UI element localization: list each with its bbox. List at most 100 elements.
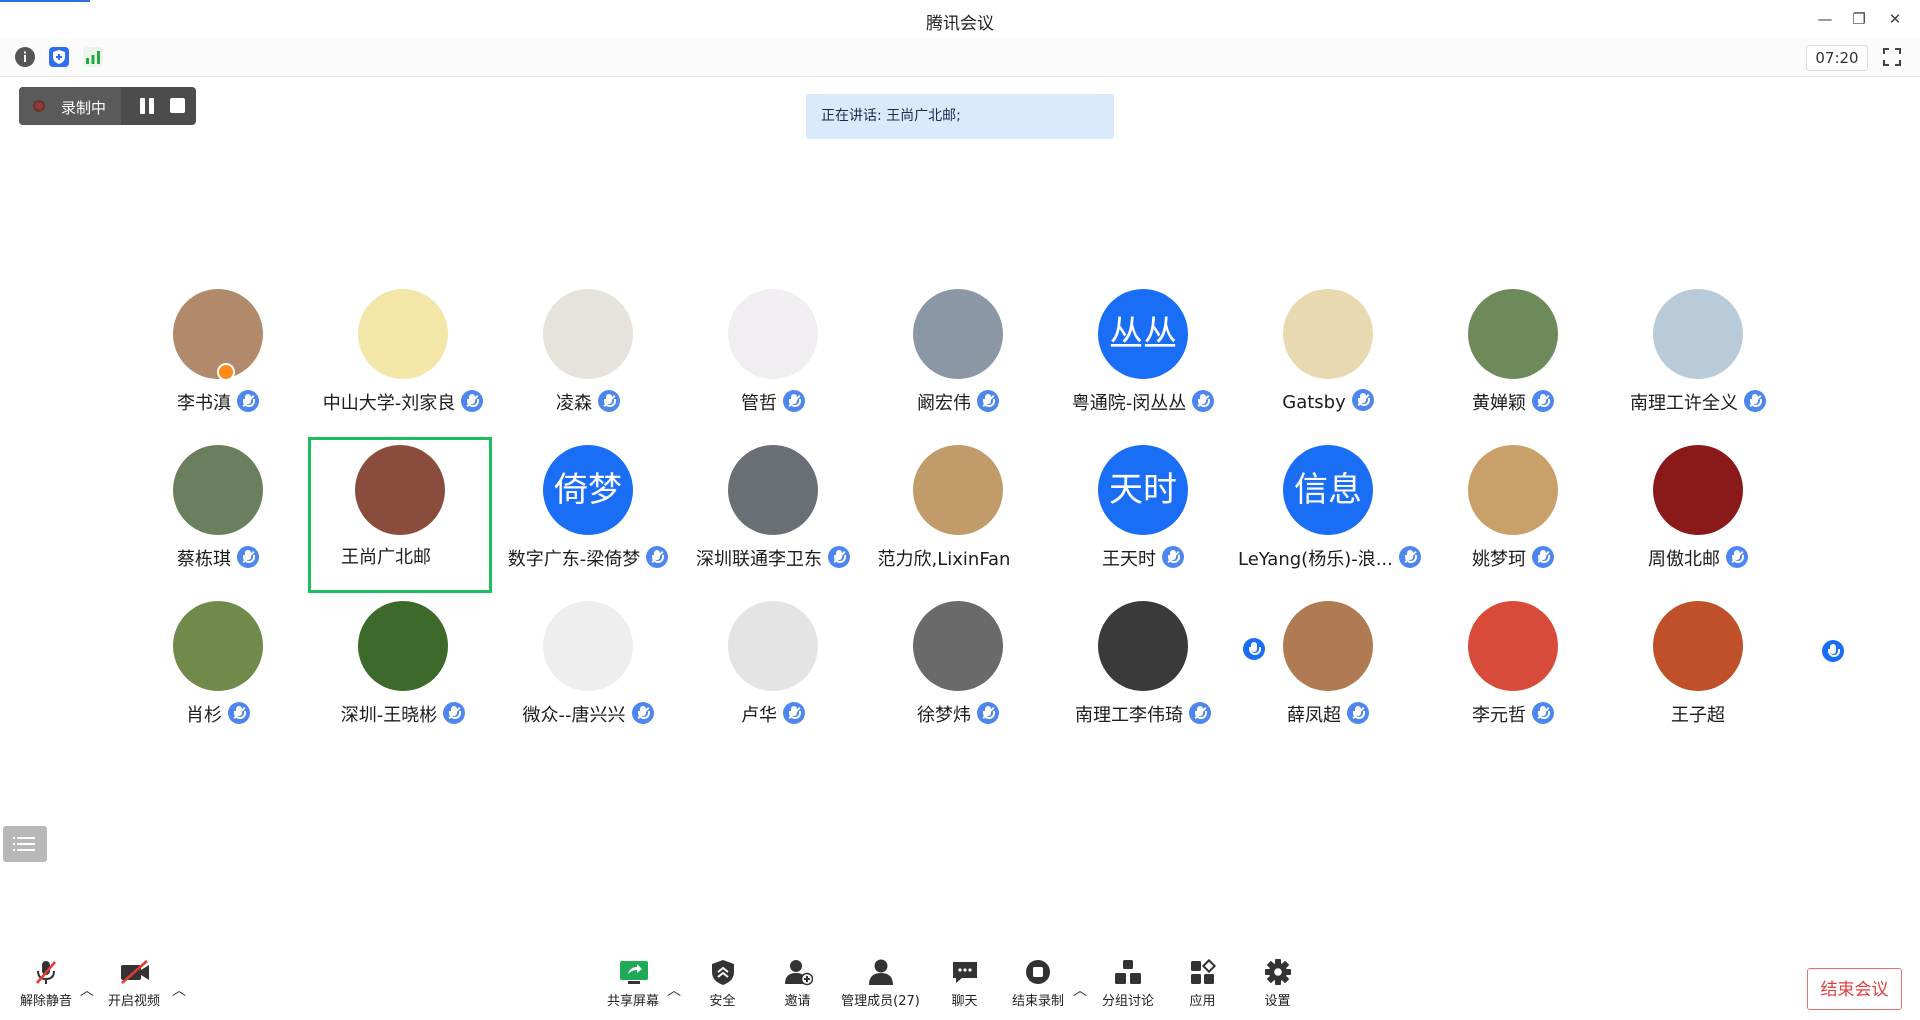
host-badge-icon <box>217 363 235 381</box>
participant-name-line: 微众--唐兴兴 <box>498 701 678 727</box>
title-bar: 腾讯会议 — ❐ ✕ <box>0 0 1920 38</box>
mic-muted-icon <box>1192 390 1215 412</box>
participant-tile[interactable]: 黄婵颖 <box>1423 289 1603 439</box>
avatar <box>1468 289 1558 379</box>
participant-name: 薛凤超 <box>1287 705 1341 726</box>
participant-name-line: 肖杉 <box>128 701 308 727</box>
participant-tile[interactable]: 天时 王天时 <box>1053 445 1233 595</box>
avatar <box>1468 601 1558 691</box>
mic-muted-icon <box>228 702 250 724</box>
stop-recording-button[interactable] <box>170 98 185 113</box>
mic-muted-icon <box>1189 702 1211 724</box>
participant-name-line: LeYang(杨乐)-浪... <box>1238 545 1421 571</box>
mic-muted-icon <box>31 958 61 986</box>
participant-tile[interactable]: 王子超 <box>1608 601 1788 751</box>
share-options-icon[interactable]: ︿ <box>667 980 681 1000</box>
avatar: 丛丛 <box>1098 289 1188 379</box>
participant-name: Gatsby <box>1282 392 1346 413</box>
participant-name-line: 南理工许全义 <box>1608 389 1788 415</box>
audio-options-icon[interactable]: ︿ <box>80 980 94 1000</box>
participant-tile[interactable]: 微众--唐兴兴 <box>498 601 678 751</box>
participant-tile[interactable]: 凌森 <box>498 289 678 439</box>
manage-members-button[interactable]: 管理成员(27) <box>838 958 923 1009</box>
avatar-initials: 倚梦 <box>554 470 622 510</box>
participant-name-line: 深圳-王晓彬 <box>313 701 493 727</box>
speaking-banner: 正在讲话: 王尚广北邮; <box>806 94 1114 139</box>
members-icon <box>866 958 896 986</box>
participant-tile[interactable]: Gatsby <box>1238 289 1418 439</box>
mic-muted-icon <box>631 702 654 724</box>
signal-icon[interactable] <box>83 47 103 67</box>
participant-tile[interactable]: 南理工李伟琦 <box>1053 601 1233 751</box>
participant-tile[interactable]: 倚梦 数字广东-梁倚梦 <box>498 445 678 595</box>
start-video-button[interactable]: 开启视频 <box>104 958 164 1009</box>
participant-name-line: 管哲 <box>683 389 863 415</box>
participant-name: 王天时 <box>1102 549 1156 570</box>
share-screen-button[interactable]: 共享屏幕 <box>603 958 663 1009</box>
participant-tile[interactable]: 深圳联通李卫东 <box>683 445 863 595</box>
participant-tile[interactable]: 薛凤超 <box>1238 601 1418 751</box>
avatar <box>1098 601 1188 691</box>
minimize-icon[interactable]: — <box>1814 8 1836 30</box>
pause-recording-button[interactable] <box>140 98 156 114</box>
participant-name-line: 中山大学-刘家良 <box>313 389 493 415</box>
list-toggle-button[interactable] <box>3 826 47 862</box>
restore-icon[interactable]: ❐ <box>1848 8 1870 30</box>
avatar <box>913 289 1003 379</box>
participant-name-line: 李元哲 <box>1423 701 1603 727</box>
participant-tile[interactable]: 中山大学-刘家良 <box>313 289 493 439</box>
window-title: 腾讯会议 <box>926 14 994 34</box>
participant-tile[interactable]: 蔡栋琪 <box>128 445 308 595</box>
mic-muted-icon <box>977 390 999 412</box>
invite-button[interactable]: 邀请 <box>775 958 820 1009</box>
recording-options-icon[interactable]: ︿ <box>1073 980 1087 1000</box>
participant-name-line: 王尚广北邮 <box>311 543 1265 660</box>
participant-tile[interactable]: 阚宏伟 <box>868 289 1048 439</box>
participant-tile[interactable]: 肖杉 <box>128 601 308 751</box>
participant-tile[interactable]: 丛丛粤通院-闵丛丛 <box>1053 289 1233 439</box>
participant-tile[interactable]: 管哲 <box>683 289 863 439</box>
participant-name: 蔡栋琪 <box>177 549 231 570</box>
video-options-icon[interactable]: ︿ <box>172 980 186 1000</box>
participant-tile[interactable]: 南理工许全义 <box>1608 289 1788 439</box>
unmute-button[interactable]: 解除静音 <box>16 958 76 1009</box>
end-recording-button[interactable]: 结束录制 <box>1008 958 1068 1009</box>
participant-tile[interactable]: 卢华 <box>683 601 863 751</box>
participant-name-line: 粤通院-闵丛丛 <box>1053 389 1233 415</box>
participant-tile[interactable]: 王尚广北邮 <box>308 437 1265 660</box>
info-bar: 07:20 <box>0 38 1920 77</box>
participant-tile[interactable]: 李书滇 <box>128 289 308 439</box>
mic-muted-icon <box>1532 546 1554 568</box>
breakout-button[interactable]: 分组讨论 <box>1098 958 1158 1009</box>
participant-name-line: 卢华 <box>683 701 863 727</box>
participant-name: 中山大学-刘家良 <box>322 393 456 414</box>
breakout-icon <box>1113 958 1143 986</box>
participant-tile[interactable]: 信息 LeYang(杨乐)-浪... <box>1238 445 1421 595</box>
participant-tile[interactable]: 深圳-王晓彬 <box>313 601 493 751</box>
security-label: 安全 <box>709 994 736 1009</box>
participant-tile[interactable]: 范力欣,LixinFan <box>868 445 1845 662</box>
participant-name: 深圳-王晓彬 <box>340 705 438 726</box>
mic-muted-icon <box>828 546 850 568</box>
participant-tile[interactable]: 周傲北邮 <box>1608 445 1788 595</box>
participant-name: 姚梦珂 <box>1472 549 1526 570</box>
avatar <box>913 601 1003 691</box>
chat-button[interactable]: 聊天 <box>942 958 987 1009</box>
fullscreen-icon[interactable] <box>1882 47 1902 67</box>
start-video-label: 开启视频 <box>107 994 160 1009</box>
participant-tile[interactable]: 徐梦炜 <box>868 601 1048 751</box>
participant-tile[interactable]: 李元哲 <box>1423 601 1603 751</box>
info-icon[interactable] <box>15 47 35 67</box>
security-button[interactable]: 安全 <box>700 958 745 1009</box>
mic-muted-icon <box>646 546 669 568</box>
close-icon[interactable]: ✕ <box>1884 8 1906 30</box>
apps-button[interactable]: 应用 <box>1180 958 1225 1009</box>
meeting-timer: 07:20 <box>1806 45 1868 71</box>
participant-name-line: 凌森 <box>498 389 678 415</box>
end-meeting-button[interactable]: 结束会议 <box>1807 968 1902 1010</box>
settings-button[interactable]: 设置 <box>1255 958 1300 1009</box>
participant-tile[interactable]: 姚梦珂 <box>1423 445 1603 595</box>
mic-muted-icon <box>1162 546 1184 568</box>
participant-name: 深圳联通李卫东 <box>696 549 822 570</box>
shield-icon[interactable] <box>49 47 69 67</box>
